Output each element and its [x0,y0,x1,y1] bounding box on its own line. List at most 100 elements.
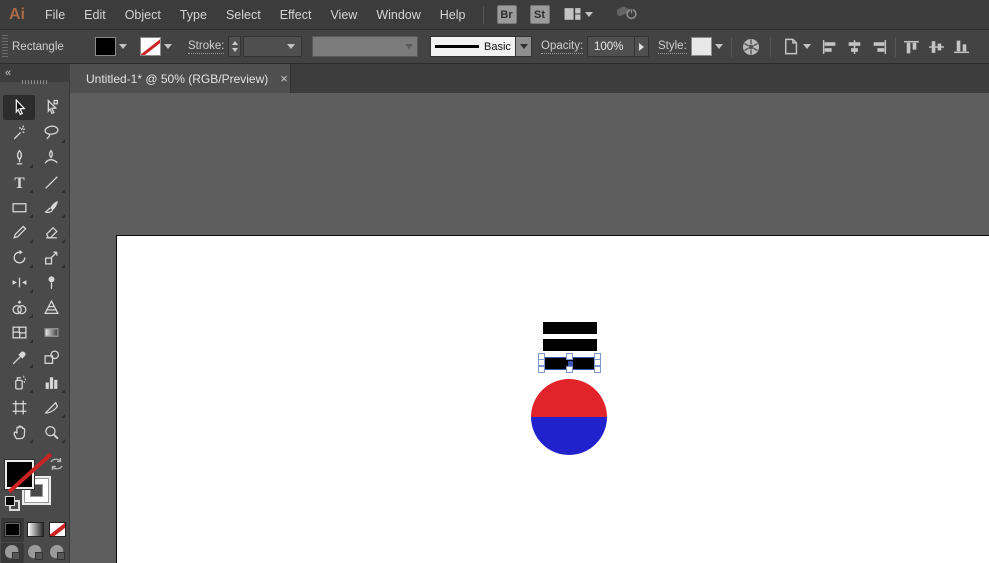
selection-tool[interactable] [3,95,35,120]
menu-select[interactable]: Select [225,6,262,24]
paintbrush-tool[interactable] [35,195,67,220]
fill-indicator[interactable] [5,460,34,489]
stroke-none-swatch[interactable] [140,37,161,56]
gradient-button[interactable] [24,518,47,542]
slice-tool[interactable] [35,395,67,420]
gradient-swatch [27,522,44,537]
draw-normal-button[interactable] [1,543,24,563]
draw-inside-button[interactable] [46,543,69,563]
red-blue-circle-shape[interactable] [531,379,607,455]
svg-text:T: T [14,175,25,191]
selection-handle-bottom-center[interactable] [566,366,573,373]
hand-tool[interactable] [3,420,35,445]
puppet-warp-tool[interactable] [35,270,67,295]
none-button[interactable] [46,518,69,542]
rotate-tool[interactable] [3,245,35,270]
stepper-down-icon[interactable] [231,48,238,52]
close-tab-icon[interactable]: × [280,72,288,85]
horizontal-align-left-button[interactable] [821,39,838,55]
blend-tool[interactable] [35,345,67,370]
shape-builder-tool[interactable] [3,295,35,320]
menu-effect[interactable]: Effect [279,6,313,24]
fill-color-dropdown[interactable] [95,30,129,63]
workspace-layout-icon [564,8,580,20]
vertical-align-bottom-button[interactable] [953,39,970,55]
sync-power-icon[interactable] [615,3,641,26]
opacity-label[interactable]: Opacity: [541,30,584,63]
style-swatch[interactable] [691,37,712,56]
chevron-down-icon [803,44,811,49]
stroke-color-dropdown[interactable] [140,30,174,63]
artboard-tool[interactable] [3,395,35,420]
horizontal-align-right-button[interactable] [871,39,888,55]
gradient-tool[interactable] [35,320,67,345]
style-dropdown[interactable] [691,30,725,63]
type-tool[interactable]: T [3,170,35,195]
style-label[interactable]: Style: [658,30,687,63]
collapse-panel-icon[interactable]: « [5,67,11,79]
column-graph-tool[interactable] [35,370,67,395]
horizontal-align-center-button[interactable] [846,39,863,55]
menu-file[interactable]: File [44,6,66,24]
direct-selection-tool[interactable] [35,95,67,120]
vertical-align-top-button[interactable] [903,39,920,55]
symbol-sprayer-tool[interactable] [3,370,35,395]
perspective-grid-tool[interactable] [35,295,67,320]
opacity-field[interactable]: 100% [587,30,649,63]
magic-wand-tool[interactable] [3,120,35,145]
width-tool[interactable] [3,270,35,295]
recolor-artwork-button[interactable] [741,30,761,63]
scale-tool[interactable] [35,245,67,270]
stock-button[interactable]: St [529,5,550,24]
vertical-align-center-button[interactable] [928,39,945,55]
arrow-right-icon [639,42,644,51]
menu-edit[interactable]: Edit [83,6,107,24]
menu-view[interactable]: View [329,6,358,24]
swap-fill-stroke-icon[interactable] [49,457,64,476]
lasso-tool[interactable] [35,120,67,145]
document-tab[interactable]: Untitled-1* @ 50% (RGB/Preview) × [70,64,291,93]
selection-handle-top-center[interactable] [566,353,573,360]
zoom-tool[interactable] [35,420,67,445]
eraser-tool[interactable] [35,220,67,245]
menu-object[interactable]: Object [124,6,162,24]
toolbar-grip[interactable] [22,80,48,84]
rectangle-tool[interactable] [3,195,35,220]
drawing-mode-buttons [0,543,70,563]
opacity-spinner-button[interactable] [635,36,649,57]
selection-handle-mid-left[interactable] [538,359,545,366]
stroke-weight-dropdown[interactable] [243,30,302,63]
chevron-down-icon [118,44,127,49]
brush-definition-dropdown[interactable]: Basic [430,30,532,63]
curvature-tool[interactable] [35,145,67,170]
color-mode-buttons [0,518,70,542]
stroke-weight-stepper[interactable] [228,30,241,63]
selection-handle-mid-right[interactable] [594,359,601,366]
fill-swatch[interactable] [95,37,116,56]
menu-window[interactable]: Window [375,6,421,24]
bridge-button[interactable]: Br [496,5,517,24]
black-bar-shape-1[interactable] [543,322,597,334]
default-fill-stroke-icon[interactable] [5,496,20,511]
pen-tool[interactable] [3,145,35,170]
stroke-label[interactable]: Stroke: [188,30,225,63]
black-bar-shape-2[interactable] [543,339,597,351]
canvas-pasteboard[interactable] [70,93,989,563]
line-segment-tool[interactable] [35,170,67,195]
color-wheel-icon [743,38,759,55]
select-similar-button[interactable] [781,30,811,63]
menu-help[interactable]: Help [439,6,467,24]
menu-type[interactable]: Type [179,6,208,24]
selection-handle-bottom-right[interactable] [594,366,601,373]
mesh-tool[interactable] [3,320,35,345]
draw-behind-button[interactable] [24,543,47,563]
color-button[interactable] [1,518,24,542]
shaper-tool[interactable] [3,220,35,245]
controlbar-grip[interactable] [2,35,8,59]
selection-handle-bottom-left[interactable] [538,366,545,373]
chevron-down-icon [714,44,723,49]
workspace-switcher[interactable] [564,7,593,22]
selection-center-point[interactable] [568,361,573,366]
eyedropper-tool[interactable] [3,345,35,370]
stepper-up-icon[interactable] [231,41,238,45]
